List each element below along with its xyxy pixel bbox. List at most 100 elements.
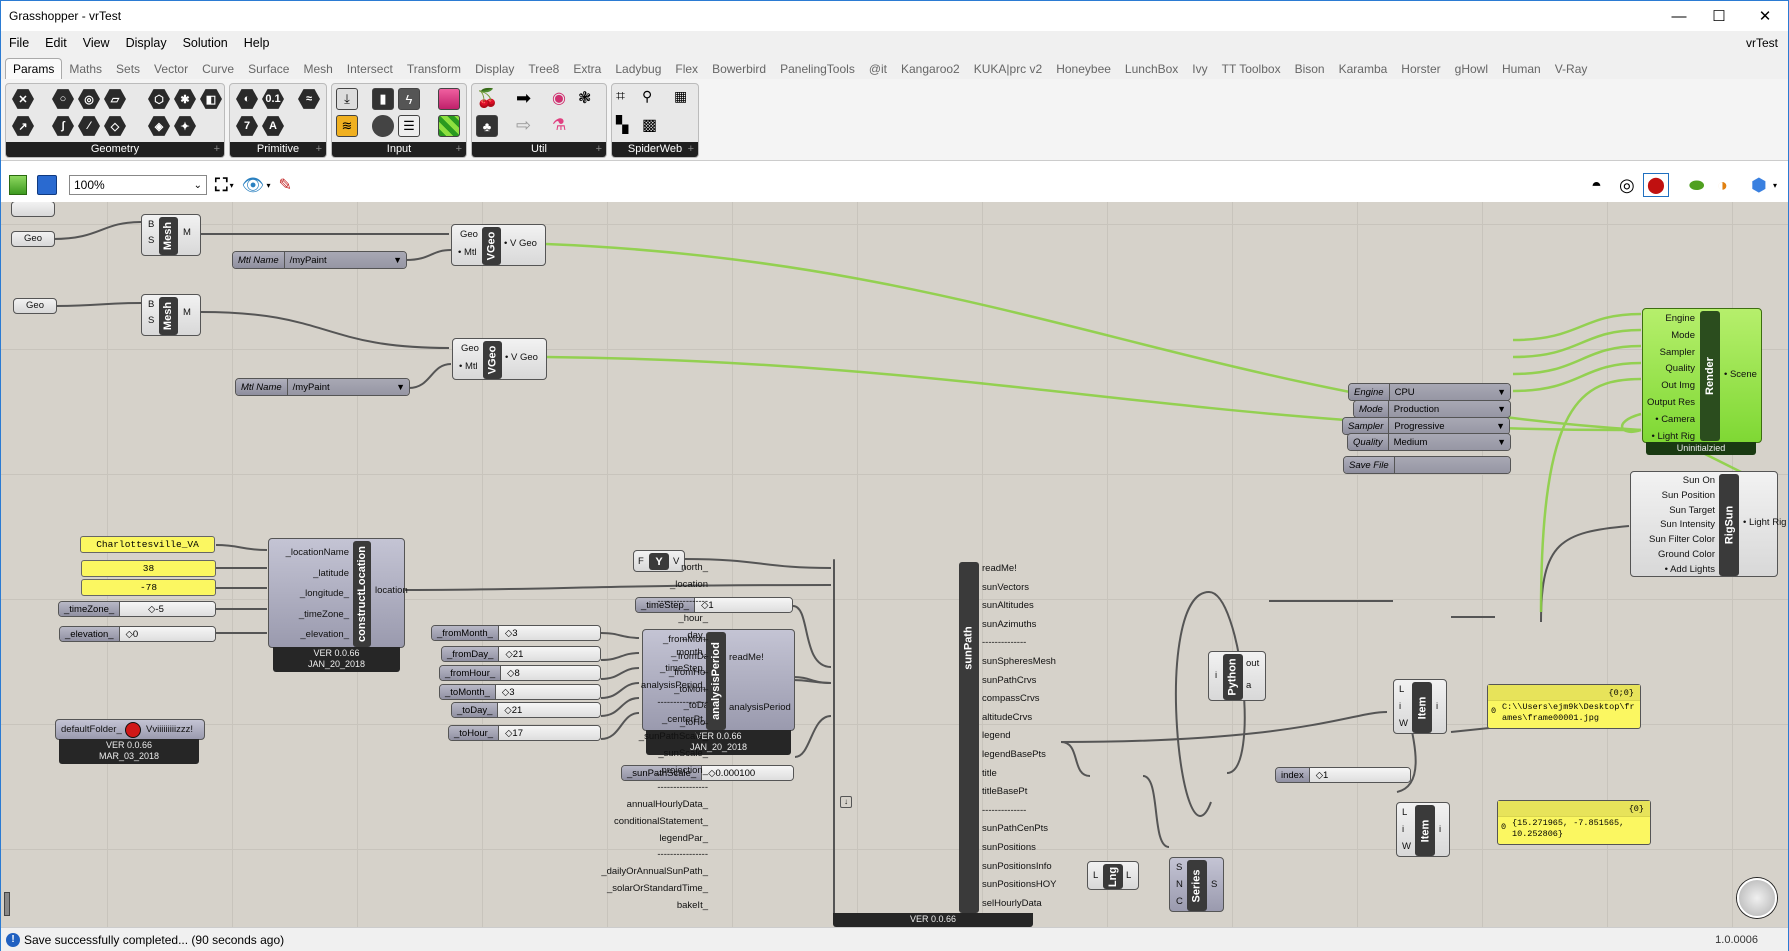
line-icon[interactable]: ⁄ [78,116,100,136]
mtl-name-list-2[interactable]: Mtl Name/myPaint ▼ [235,378,410,396]
list-length-component[interactable]: L Lng L [1087,861,1139,890]
construct-location-component[interactable]: _locationName _latitude _longitude_ _timeZo… [268,538,408,648]
toggle-icon[interactable]: ▮ [372,88,394,110]
dropdown-arrow-icon[interactable]: ▾ [230,181,234,190]
open-file-icon[interactable] [9,175,27,195]
data-input-icon[interactable]: ⤓ [336,88,358,110]
plane-icon[interactable]: ◈ [148,116,170,136]
geo-param-2[interactable]: Geo [13,298,57,314]
tab-panelingtools[interactable]: PanelingTools [773,59,862,79]
pattern-icon[interactable]: ▚ [616,115,638,137]
scrollbar-handle[interactable] [4,892,10,916]
list-item-component-2[interactable]: L i W Item i [1396,802,1450,857]
rigsun-component[interactable]: Sun On Sun Position Sun Target Sun Intensit… [1630,471,1786,577]
slider-fromday[interactable]: _fromDay_ ◇ 21 [441,646,601,662]
tab-honeybee[interactable]: Honeybee [1049,59,1118,79]
vgeo-component-2[interactable]: Geo • Mtl VGeo • V Geo [452,338,547,380]
timezone-slider[interactable]: _timeZone_ ◇ -5 [58,601,216,617]
wireframe-preview-icon[interactable]: ◎ [1619,175,1635,196]
cherry-icon[interactable]: 🍒 [476,88,498,110]
colour-swatch-icon[interactable] [438,115,460,137]
slider-tomonth[interactable]: _toMonth_ ◇ 3 [439,684,601,700]
tab-kangaroo2[interactable]: Kangaroo2 [894,59,967,79]
boolean-icon[interactable]: ◐ [236,89,258,109]
tab-curve[interactable]: Curve [195,59,241,79]
tab-sets[interactable]: Sets [109,59,147,79]
tab-ghowl[interactable]: gHowl [1448,59,1495,79]
geo-param-1[interactable] [11,202,55,217]
tab-extra[interactable]: Extra [566,59,608,79]
location-name-panel[interactable]: Charlottesville_VA [80,536,215,553]
menu-view[interactable]: View [75,36,118,50]
sketch-pen-icon[interactable]: ✎ [279,175,292,195]
mesh-component-2[interactable]: B S Mesh M [141,294,201,336]
close-button[interactable]: ✕ [1742,1,1788,31]
mtl-name-list-1[interactable]: Mtl Name/myPaint ▼ [232,251,407,269]
tab-surface[interactable]: Surface [241,59,296,79]
pin-icon[interactable]: + [688,142,694,157]
series-component[interactable]: S N C Series S [1169,857,1224,912]
pin-icon[interactable]: + [596,142,602,157]
tab-kuka-prc-v2[interactable]: KUKA|prc v2 [967,59,1049,79]
fitness-icon[interactable]: ◉ [552,88,574,110]
tab-tt-toolbox[interactable]: TT Toolbox [1215,59,1288,79]
grid-icon[interactable]: ▦ [674,88,696,110]
sunpath-component[interactable]: north_ _location ---------------- _hour_ _da… [601,559,1056,914]
menu-edit[interactable]: Edit [37,36,75,50]
mesh-component-1[interactable]: B S Mesh M [141,214,201,256]
menu-file[interactable]: File [1,36,37,50]
slider-fromhour[interactable]: _fromHour_ ◇ 8 [439,665,601,681]
tab-flex[interactable]: Flex [668,59,705,79]
tab-bowerbird[interactable]: Bowerbird [705,59,773,79]
vector-icon[interactable]: ↗ [12,116,34,136]
domain-icon[interactable]: ≈ [298,89,320,109]
circular-arc-icon[interactable]: ◎ [78,89,100,109]
mesh-icon[interactable]: ✱ [174,89,196,109]
index-slider[interactable]: index ◇ 1 [1275,767,1411,783]
dropdown-triangle-icon[interactable]: ▼ [1497,437,1506,447]
zoom-dropdown[interactable]: 100% ⌄ [69,175,207,195]
dropdown-triangle-icon[interactable]: ▼ [1496,421,1505,431]
slider-today[interactable]: _toDay_ ◇ 21 [451,702,601,718]
mode-value-list[interactable]: Mode Production ▼ [1353,400,1511,418]
box-icon[interactable]: ⬡ [148,89,170,109]
python-component[interactable]: i Python out a [1208,651,1266,701]
shaded-preview-icon[interactable]: ⬤ [1643,173,1669,197]
pin-icon[interactable]: + [456,142,462,157]
tab-vector[interactable]: Vector [147,59,195,79]
tab-v-ray[interactable]: V-Ray [1548,59,1595,79]
longitude-panel[interactable]: -78 [81,579,216,596]
field-icon[interactable]: ✦ [174,116,196,136]
menu-help[interactable]: Help [236,36,278,50]
vgeo-component-1[interactable]: Geo • Mtl VGeo • V Geo [451,224,546,266]
preview-mesh-icon[interactable]: ⬢ [1751,175,1767,196]
dropdown-triangle-icon[interactable]: ▼ [393,255,402,265]
node-index-icon[interactable]: ⚲ [642,88,664,110]
ladybug-component[interactable]: defaultFolder_ Vviiiiiiiiizzz! [55,719,205,740]
menu-solution[interactable]: Solution [175,36,236,50]
flask-icon[interactable]: ⚗ [552,115,574,137]
pin-icon[interactable]: + [316,142,322,157]
surface-icon[interactable]: ▱ [104,89,126,109]
arrow-right-icon[interactable]: ➡ [516,88,538,110]
dropdown-arrow-icon[interactable]: ▾ [1773,181,1777,190]
dropdown-arrow-icon[interactable]: ▾ [266,181,270,190]
button-icon[interactable] [372,115,394,137]
preview-eye-icon[interactable]: 👁 [242,175,265,196]
maximize-button[interactable]: ☐ [1696,1,1742,31]
tab--it[interactable]: @it [862,59,894,79]
tab-ivy[interactable]: Ivy [1185,59,1214,79]
brep-icon[interactable]: ◧ [200,89,222,109]
tab-params[interactable]: Params [5,58,63,79]
cluster-icon[interactable]: ❃ [578,88,600,110]
curve-icon[interactable]: ∫ [52,116,74,136]
tab-maths[interactable]: Maths [62,59,109,79]
zoom-extents-icon[interactable]: ⛶ [215,175,228,196]
render-component[interactable]: Engine Mode Sampler Quality Out Img Output Re… [1642,308,1762,458]
tab-horster[interactable]: Horster [1394,59,1447,79]
geo-param-1[interactable]: Geo [11,231,55,247]
noise-icon[interactable]: ▩ [642,115,664,137]
engine-value-list[interactable]: Engine CPU ▼ [1348,383,1511,401]
tab-intersect[interactable]: Intersect [340,59,400,79]
dropdown-triangle-icon[interactable]: ▼ [1497,387,1506,397]
